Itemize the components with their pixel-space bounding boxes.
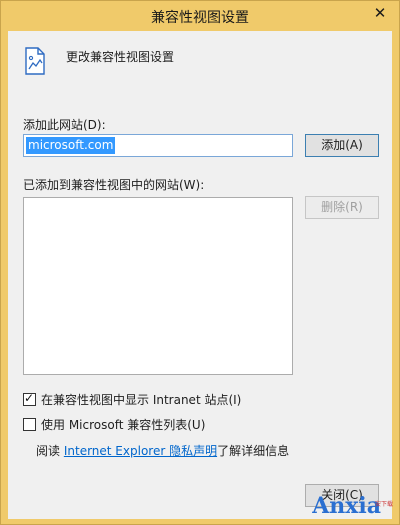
- window-title: 兼容性视图设置: [151, 10, 249, 26]
- intranet-checkbox[interactable]: ✓: [23, 390, 36, 406]
- add-button[interactable]: 添加(A): [305, 134, 379, 157]
- page-icon: [25, 47, 45, 75]
- title-bar[interactable]: 兼容性视图设置 ✕: [1, 1, 399, 31]
- add-site-label: 添加此网站(D):: [23, 118, 106, 132]
- sites-list[interactable]: [23, 197, 293, 375]
- privacy-link[interactable]: Internet Explorer 隐私声明: [64, 444, 217, 458]
- dialog-window: 兼容性视图设置 ✕ 更改兼容性视图设置 添加此网站(D): microsoft.…: [0, 0, 400, 525]
- remove-button[interactable]: 删除(R): [305, 196, 379, 219]
- ms-list-label: 使用 Microsoft 兼容性列表(U): [41, 417, 206, 432]
- add-site-input[interactable]: microsoft.com: [23, 134, 293, 157]
- intranet-label: 在兼容性视图中显示 Intranet 站点(I): [41, 392, 242, 407]
- intranet-option[interactable]: ✓ 在兼容性视图中显示 Intranet 站点(I): [23, 391, 241, 407]
- watermark-subtext: 安下载: [374, 501, 393, 508]
- ms-list-option[interactable]: 使用 Microsoft 兼容性列表(U): [23, 416, 205, 432]
- add-site-input-value: microsoft.com: [26, 137, 116, 154]
- sites-list-label: 已添加到兼容性视图中的网站(W):: [23, 178, 205, 192]
- dialog-body: 更改兼容性视图设置 添加此网站(D): microsoft.com 添加(A) …: [8, 31, 392, 519]
- header-title: 更改兼容性视图设置: [66, 50, 175, 64]
- watermark-text: Anxia: [312, 493, 381, 519]
- watermark: Anxia 安下载: [312, 492, 395, 522]
- privacy-row: 阅读 Internet Explorer 隐私声明了解详细信息: [36, 442, 289, 459]
- checkmark-icon: ✓: [24, 390, 35, 405]
- window-close-button[interactable]: ✕: [368, 2, 392, 24]
- ms-list-checkbox[interactable]: [23, 417, 36, 431]
- privacy-suffix: 了解详细信息: [217, 444, 290, 458]
- privacy-prefix: 阅读: [36, 444, 61, 458]
